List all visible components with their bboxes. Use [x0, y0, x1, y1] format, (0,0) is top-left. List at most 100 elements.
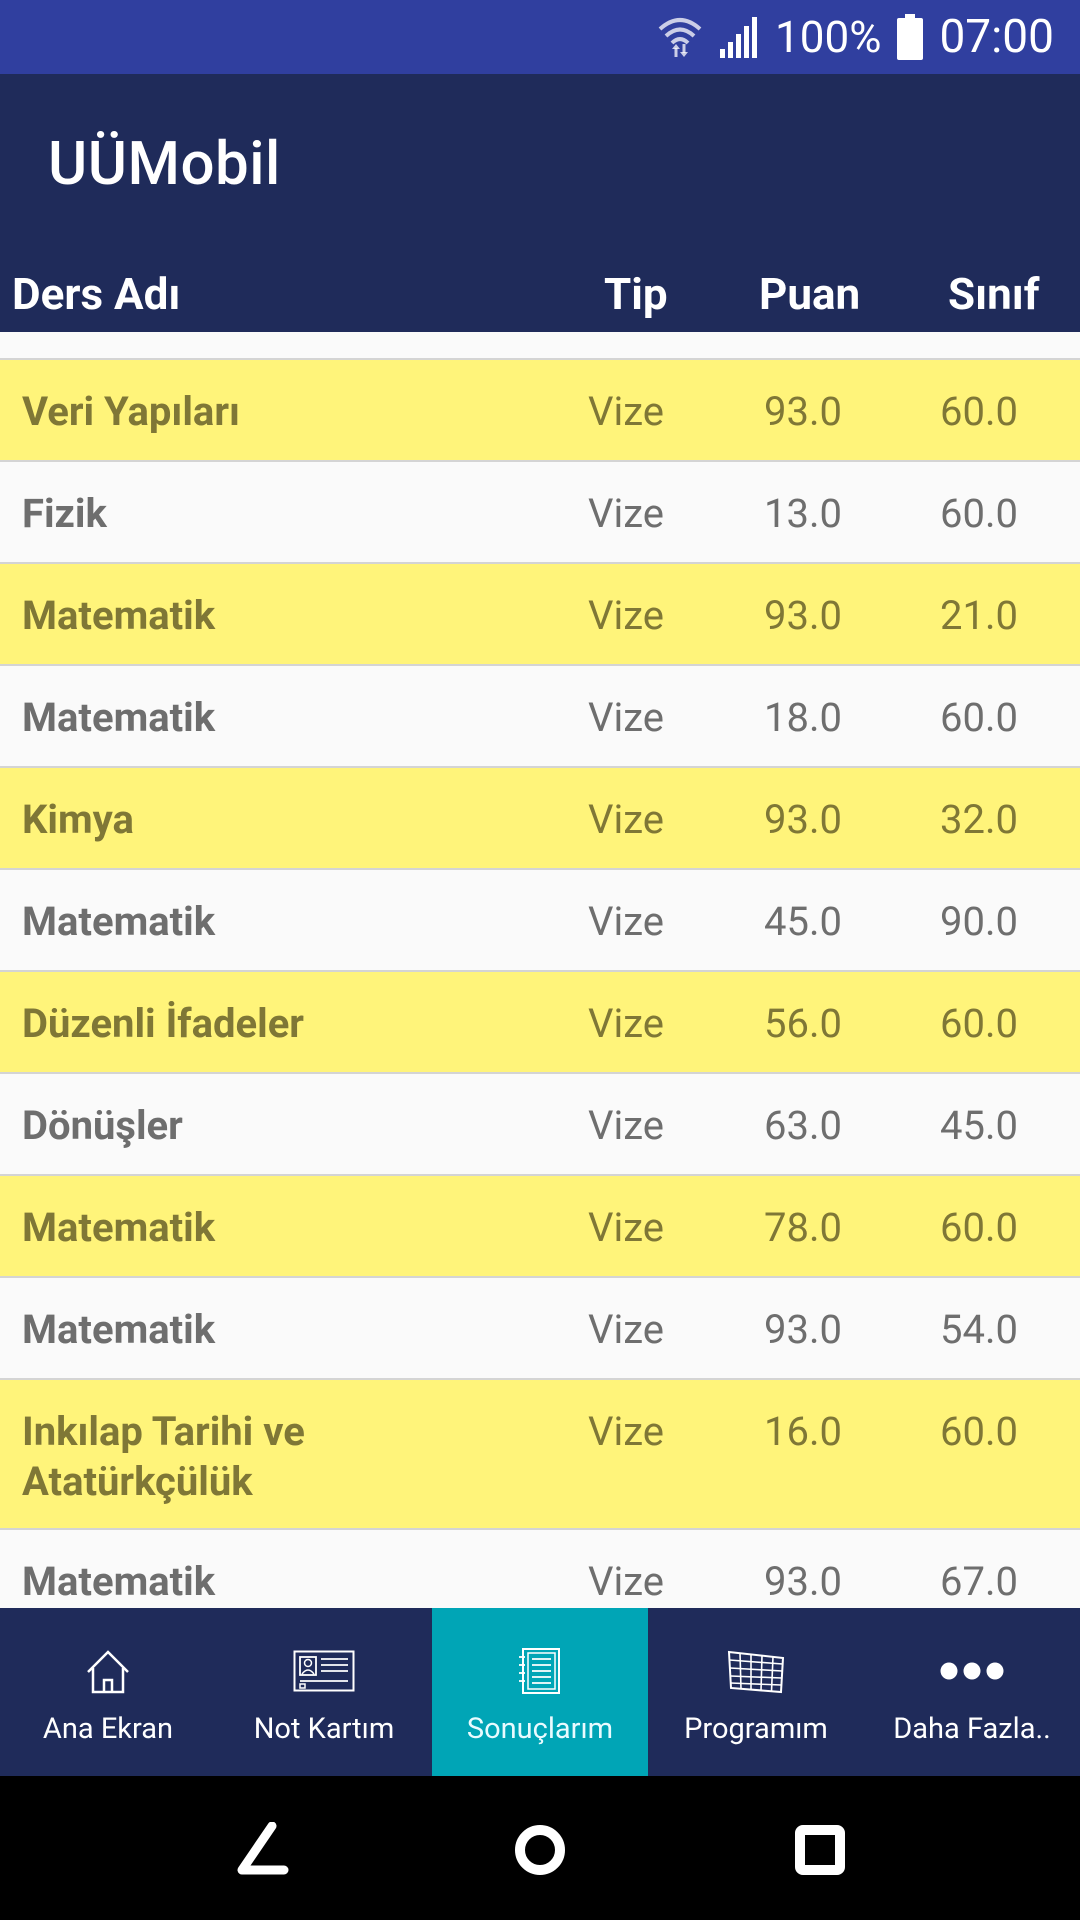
class-average: 32.0	[940, 796, 1018, 843]
nav-results[interactable]: Sonuçlarım	[432, 1608, 648, 1776]
table-row[interactable]: Matematik Vize 93.0 67.0	[0, 1530, 1080, 1608]
nav-more-label: Daha Fazla..	[893, 1712, 1051, 1746]
course-name: Matematik	[22, 1204, 216, 1251]
header-type: Tip	[604, 268, 668, 320]
table-row[interactable]: Matematik Vize 93.0 54.0	[0, 1278, 1080, 1380]
table-row[interactable]: Matematik Vize 93.0 21.0	[0, 564, 1080, 666]
header-course-name: Ders Adı	[12, 268, 181, 320]
table-header: Ders Adı Tip Puan Sınıf	[0, 262, 1080, 332]
score: 78.0	[764, 1204, 842, 1251]
home-icon	[84, 1646, 132, 1696]
battery-percentage: 100%	[775, 11, 882, 63]
class-average: 21.0	[940, 592, 1018, 639]
class-average: 60.0	[940, 1204, 1018, 1251]
header-score: Puan	[759, 268, 861, 320]
class-average: 60.0	[940, 1408, 1018, 1455]
exam-type: Vize	[588, 1204, 664, 1251]
home-circle-icon[interactable]	[512, 1822, 568, 1878]
results-list[interactable]: Matematik Vize 73.0 56.0 Veri Yapıları Vize 93…	[0, 332, 1080, 1608]
status-time: 07:00	[939, 10, 1054, 64]
course-name: Dönüşler	[22, 1102, 183, 1149]
score: 93.0	[764, 1558, 842, 1605]
system-navigation-bar	[0, 1776, 1080, 1920]
class-average: 45.0	[940, 1102, 1018, 1149]
exam-type: Vize	[588, 694, 664, 741]
nav-grade-card-label: Not Kartım	[253, 1712, 395, 1746]
score: 93.0	[764, 796, 842, 843]
score: 45.0	[764, 898, 842, 945]
class-average: 60.0	[940, 694, 1018, 741]
exam-type: Vize	[588, 898, 664, 945]
exam-type: Vize	[588, 490, 664, 537]
course-name: Matematik	[22, 592, 216, 639]
course-name: Matematik	[22, 332, 452, 335]
exam-type: Vize	[588, 388, 664, 435]
nav-home-label: Ana Ekran	[42, 1712, 174, 1746]
id-card-icon	[293, 1646, 355, 1696]
app-title: UÜMobil	[48, 128, 281, 199]
nav-grade-card[interactable]: Not Kartım	[216, 1608, 432, 1776]
exam-type: Vize	[588, 796, 664, 843]
nav-schedule[interactable]: Programım	[648, 1608, 864, 1776]
exam-type: Vize	[588, 1408, 664, 1455]
exam-type: Vize	[588, 592, 664, 639]
header-class-average: Sınıf	[948, 268, 1040, 320]
score: 73.0	[764, 332, 842, 335]
class-average: 60.0	[940, 388, 1018, 435]
course-name: Matematik	[22, 1306, 216, 1353]
nav-results-label: Sonuçlarım	[466, 1712, 614, 1746]
exam-type: Vize	[588, 1000, 664, 1047]
back-icon[interactable]	[234, 1821, 290, 1878]
wifi-icon	[657, 15, 703, 59]
nav-schedule-label: Programım	[684, 1712, 828, 1746]
table-row[interactable]: Matematik Vize 78.0 60.0	[0, 1176, 1080, 1278]
nav-home[interactable]: Ana Ekran	[0, 1608, 216, 1776]
table-row[interactable]: Kimya Vize 93.0 32.0	[0, 768, 1080, 870]
course-name: Kimya	[22, 796, 134, 843]
score: 13.0	[764, 490, 842, 537]
course-name: Veri Yapıları	[22, 388, 240, 435]
table-row[interactable]: Fizik Vize 13.0 60.0	[0, 462, 1080, 564]
score: 16.0	[764, 1408, 842, 1455]
score: 93.0	[764, 388, 842, 435]
app-bar: UÜMobil Ders Adı Tip Puan Sınıf	[0, 74, 1080, 332]
table-row[interactable]: Düzenli İfadeler Vize 56.0 60.0	[0, 972, 1080, 1074]
class-average: 90.0	[940, 898, 1018, 945]
class-average: 60.0	[940, 490, 1018, 537]
exam-type: Vize	[588, 332, 664, 335]
course-name: Inkılap Tarihi ve Atatürkçülük	[22, 1408, 305, 1505]
class-average: 60.0	[940, 1000, 1018, 1047]
table-row[interactable]: Matematik Vize 45.0 90.0	[0, 870, 1080, 972]
battery-icon	[897, 14, 924, 60]
course-name: Matematik	[22, 1558, 216, 1605]
nav-more[interactable]: Daha Fazla..	[864, 1608, 1080, 1776]
class-average: 54.0	[940, 1306, 1018, 1353]
score: 93.0	[764, 592, 842, 639]
recents-icon[interactable]	[792, 1822, 848, 1878]
notebook-icon	[517, 1646, 563, 1696]
table-row[interactable]: Veri Yapıları Vize 93.0 60.0	[0, 360, 1080, 462]
exam-type: Vize	[588, 1306, 664, 1353]
exam-type: Vize	[588, 1558, 664, 1605]
course-name: Matematik	[22, 694, 216, 741]
schedule-grid-icon	[727, 1646, 785, 1696]
table-row[interactable]: Dönüşler Vize 63.0 45.0	[0, 1074, 1080, 1176]
score: 56.0	[764, 1000, 842, 1047]
score: 93.0	[764, 1306, 842, 1353]
class-average: 56.0	[940, 332, 1018, 335]
table-row[interactable]: Matematik Vize 18.0 60.0	[0, 666, 1080, 768]
more-icon	[940, 1646, 1004, 1696]
status-bar: 100% 07:00	[0, 0, 1080, 74]
table-row[interactable]: Matematik Vize 73.0 56.0	[0, 332, 1080, 360]
course-name: Düzenli İfadeler	[22, 1000, 304, 1047]
results-table: Matematik Vize 73.0 56.0 Veri Yapıları Vize 93…	[0, 332, 1080, 1608]
table-row[interactable]: Inkılap Tarihi ve Atatürkçülük Vize 16.0 60…	[0, 1380, 1080, 1530]
exam-type: Vize	[588, 1102, 664, 1149]
score: 18.0	[764, 694, 842, 741]
signal-icon	[719, 15, 759, 59]
course-name: Matematik	[22, 898, 216, 945]
score: 63.0	[764, 1102, 842, 1149]
bottom-navigation: Ana Ekran Not Kartım Sonuçlarım Programı…	[0, 1608, 1080, 1776]
course-name: Fizik	[22, 490, 107, 537]
class-average: 67.0	[940, 1558, 1018, 1605]
